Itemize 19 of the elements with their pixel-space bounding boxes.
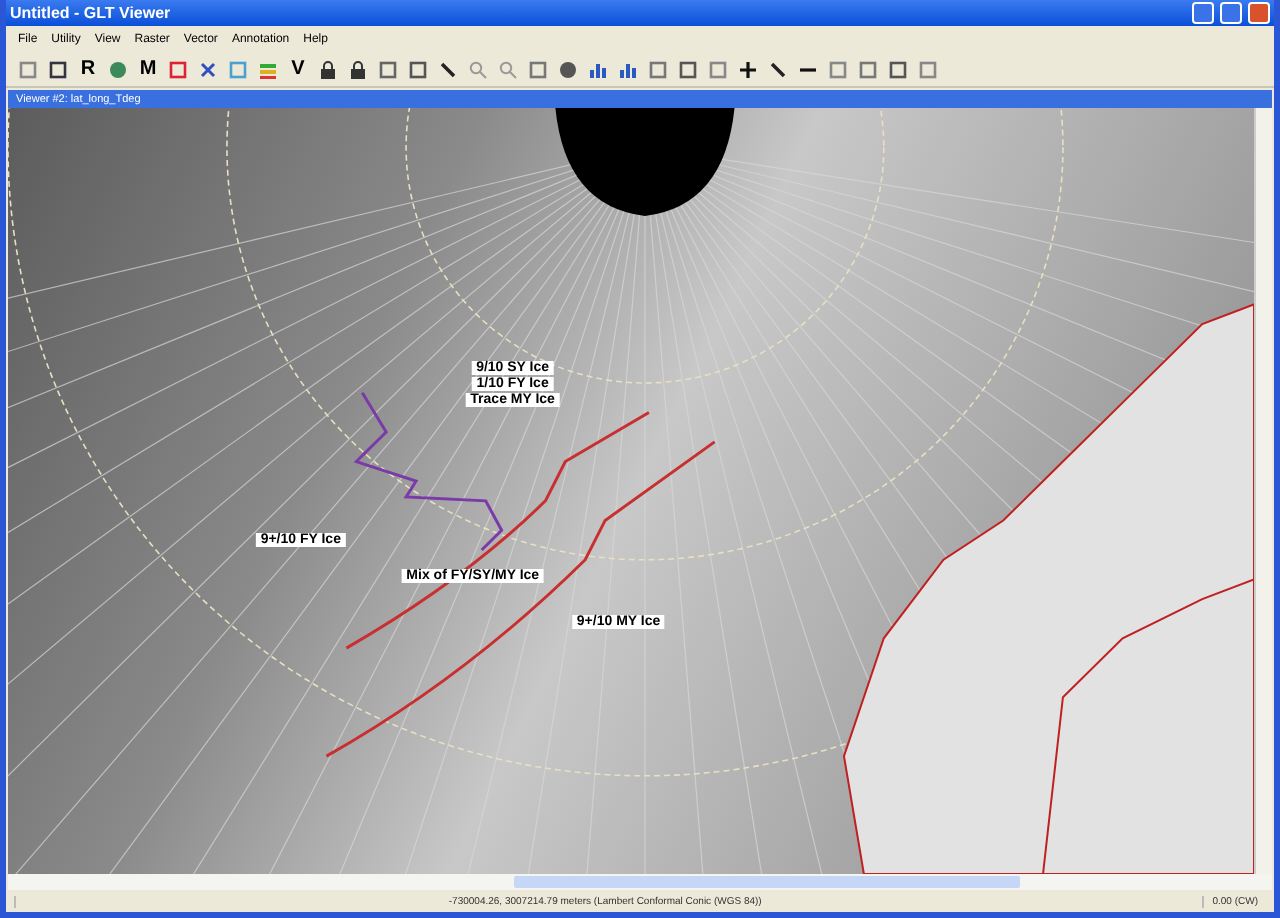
circle-icon[interactable] xyxy=(558,59,578,79)
zoom-icon[interactable] xyxy=(498,59,518,79)
close-button[interactable] xyxy=(1248,2,1270,24)
window-title: Untitled - GLT Viewer xyxy=(10,4,173,22)
color-bars-icon[interactable] xyxy=(258,59,278,79)
scrollbar-thumb[interactable] xyxy=(513,876,1020,888)
maximize-button[interactable] xyxy=(1220,2,1242,24)
toolbar-button[interactable]: R xyxy=(78,58,98,80)
save-icon[interactable] xyxy=(48,59,68,79)
lock-icon[interactable] xyxy=(318,59,338,79)
cross-icon[interactable] xyxy=(198,59,218,79)
horizontal-scrollbar[interactable] xyxy=(8,874,1272,890)
minimize-button[interactable] xyxy=(1192,2,1214,24)
lock-icon[interactable] xyxy=(348,59,368,79)
plus-icon[interactable] xyxy=(738,59,758,79)
toolbar-button[interactable]: V xyxy=(288,58,308,80)
vertical-scrollbar[interactable] xyxy=(1254,108,1272,874)
toolbar-button[interactable]: M xyxy=(138,58,158,80)
zoom-icon[interactable] xyxy=(468,59,488,79)
